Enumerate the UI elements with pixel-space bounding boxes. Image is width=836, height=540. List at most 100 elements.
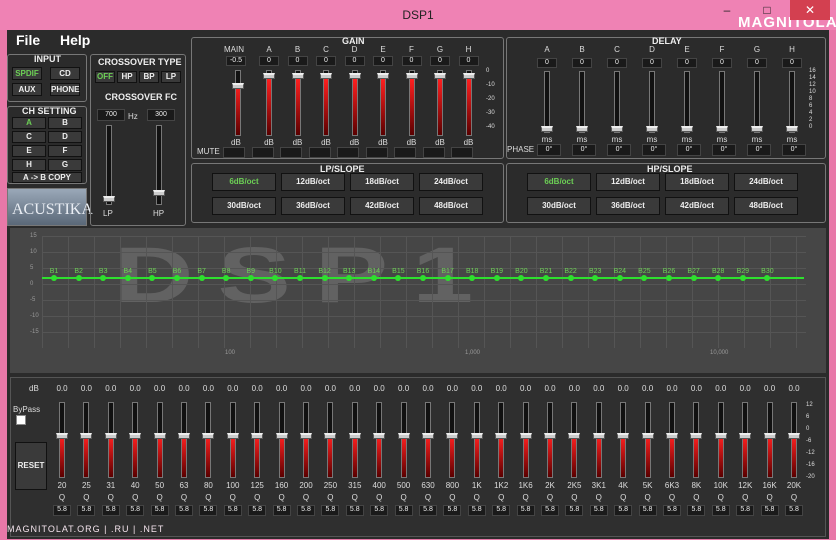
eq-q-field[interactable]: 5.8 <box>565 505 584 516</box>
eq-band-knob[interactable] <box>788 433 800 439</box>
eq-band-fader[interactable] <box>690 402 703 478</box>
eq-band-fader[interactable] <box>739 402 752 478</box>
delay-fader[interactable] <box>576 71 588 133</box>
gain-fader[interactable] <box>462 70 475 136</box>
gain-main-value[interactable]: -0.5 <box>226 56 246 66</box>
gain-value-field[interactable]: 0 <box>458 56 479 66</box>
delay-fader[interactable] <box>751 71 763 133</box>
phase-button[interactable]: 0° <box>537 144 561 156</box>
eq-q-field[interactable]: 5.8 <box>492 505 511 516</box>
eq-band-knob[interactable] <box>544 433 556 439</box>
ch-b-button[interactable]: B <box>48 117 82 129</box>
eq-q-field[interactable]: 5.8 <box>736 505 755 516</box>
eq-band-point[interactable] <box>493 275 500 281</box>
lpslope-option-button[interactable]: 12dB/oct <box>281 173 345 191</box>
eq-q-field[interactable]: 5.8 <box>614 505 633 516</box>
eq-band-fader[interactable] <box>153 402 166 478</box>
menu-file[interactable]: File <box>16 32 40 48</box>
eq-curve-graph[interactable]: DSP1 15 10 5 0 -5 -10 -15 100 1,000 10,000 B1 B2 B3… <box>10 228 826 373</box>
eq-band-fader[interactable] <box>788 402 800 478</box>
eq-q-field[interactable]: 5.8 <box>516 505 535 516</box>
hpslope-option-button[interactable]: 36dB/oct <box>596 197 660 215</box>
delay-value-field[interactable]: 0 <box>607 58 627 68</box>
hpslope-option-button[interactable]: 12dB/oct <box>596 173 660 191</box>
eq-band-fader[interactable] <box>251 402 264 478</box>
hpslope-option-button[interactable]: 48dB/oct <box>734 197 798 215</box>
eq-q-field[interactable]: 5.8 <box>101 505 120 516</box>
mute-toggle[interactable] <box>251 147 274 158</box>
delay-value-field[interactable]: 0 <box>572 58 592 68</box>
eq-band-fader[interactable] <box>226 402 239 478</box>
ch-f-button[interactable]: F <box>48 145 82 157</box>
eq-band-fader[interactable] <box>104 402 117 478</box>
gain-value-field[interactable]: 0 <box>430 56 450 66</box>
eq-q-field[interactable]: 5.8 <box>345 505 364 516</box>
eq-band-point[interactable] <box>690 275 697 281</box>
mute-toggle[interactable] <box>223 147 245 158</box>
maximize-button[interactable]: □ <box>752 0 782 20</box>
eq-band-knob[interactable] <box>300 433 312 439</box>
eq-q-field[interactable]: 5.8 <box>53 505 71 516</box>
eq-q-field[interactable]: 5.8 <box>126 505 145 516</box>
eq-band-knob[interactable] <box>251 433 264 439</box>
phase-button[interactable]: 0° <box>747 144 771 156</box>
delay-fader-knob[interactable] <box>541 126 553 132</box>
eq-band-fader[interactable] <box>348 402 361 478</box>
lp-fader[interactable] <box>103 125 115 205</box>
hp-fader-knob[interactable] <box>153 190 165 196</box>
hpslope-option-button[interactable]: 6dB/oct <box>527 173 591 191</box>
delay-fader-knob[interactable] <box>716 126 728 132</box>
gain-value-field[interactable]: 0 <box>401 56 422 66</box>
eq-band-fader[interactable] <box>129 402 142 478</box>
phase-button[interactable]: 0° <box>607 144 631 156</box>
input-spdif-button[interactable]: SPDIF <box>12 67 42 80</box>
phase-button[interactable]: 0° <box>642 144 666 156</box>
eq-band-knob[interactable] <box>495 433 508 439</box>
eq-q-field[interactable]: 5.8 <box>467 505 486 516</box>
eq-band-point[interactable] <box>715 275 722 281</box>
eq-band-point[interactable] <box>616 275 623 281</box>
lp-fader-knob[interactable] <box>103 196 115 202</box>
delay-value-field[interactable]: 0 <box>537 58 557 68</box>
delay-fader-knob[interactable] <box>751 126 763 132</box>
mute-toggle[interactable] <box>280 147 302 158</box>
lpslope-option-button[interactable]: 6dB/oct <box>212 173 276 191</box>
gain-main-fader[interactable] <box>232 70 244 136</box>
delay-fader[interactable] <box>611 71 623 133</box>
phase-button[interactable]: 0° <box>782 144 806 156</box>
gain-value-field[interactable]: 0 <box>344 56 365 66</box>
menu-help[interactable]: Help <box>60 32 90 48</box>
gain-fader-knob[interactable] <box>348 73 361 79</box>
minimize-button[interactable]: – <box>712 0 742 20</box>
lpslope-option-button[interactable]: 48dB/oct <box>419 197 483 215</box>
lpslope-option-button[interactable]: 30dB/oct <box>212 197 276 215</box>
eq-q-field[interactable]: 5.8 <box>199 505 218 516</box>
eq-band-knob[interactable] <box>519 433 532 439</box>
lpslope-option-button[interactable]: 24dB/oct <box>419 173 483 191</box>
eq-band-knob[interactable] <box>129 433 142 439</box>
eq-q-field[interactable]: 5.8 <box>785 505 803 516</box>
mute-toggle[interactable] <box>422 147 445 158</box>
mute-toggle[interactable] <box>394 147 416 158</box>
xover-hp-button[interactable]: HP <box>117 71 137 83</box>
ch-c-button[interactable]: C <box>12 131 46 143</box>
hp-frequency-field[interactable]: 300 <box>147 109 175 121</box>
eq-band-fader[interactable] <box>470 402 483 478</box>
mute-toggle[interactable] <box>365 147 388 158</box>
gain-value-field[interactable]: 0 <box>316 56 336 66</box>
eq-q-field[interactable]: 5.8 <box>321 505 340 516</box>
delay-fader[interactable] <box>786 71 798 133</box>
eq-q-field[interactable]: 5.8 <box>419 505 437 516</box>
eq-band-point[interactable] <box>666 275 672 281</box>
eq-band-fader[interactable] <box>324 402 337 478</box>
delay-fader-knob[interactable] <box>786 126 798 132</box>
eq-band-fader[interactable] <box>592 402 605 478</box>
ab-copy-button[interactable]: A -> B COPY <box>12 172 82 183</box>
eq-q-field[interactable]: 5.8 <box>711 505 730 516</box>
phase-button[interactable]: 0° <box>572 144 596 156</box>
eq-q-field[interactable]: 5.8 <box>541 505 559 516</box>
eq-q-field[interactable]: 5.8 <box>370 505 389 516</box>
eq-band-point[interactable] <box>567 275 574 281</box>
eq-q-field[interactable]: 5.8 <box>687 505 706 516</box>
eq-band-point[interactable] <box>739 275 746 281</box>
